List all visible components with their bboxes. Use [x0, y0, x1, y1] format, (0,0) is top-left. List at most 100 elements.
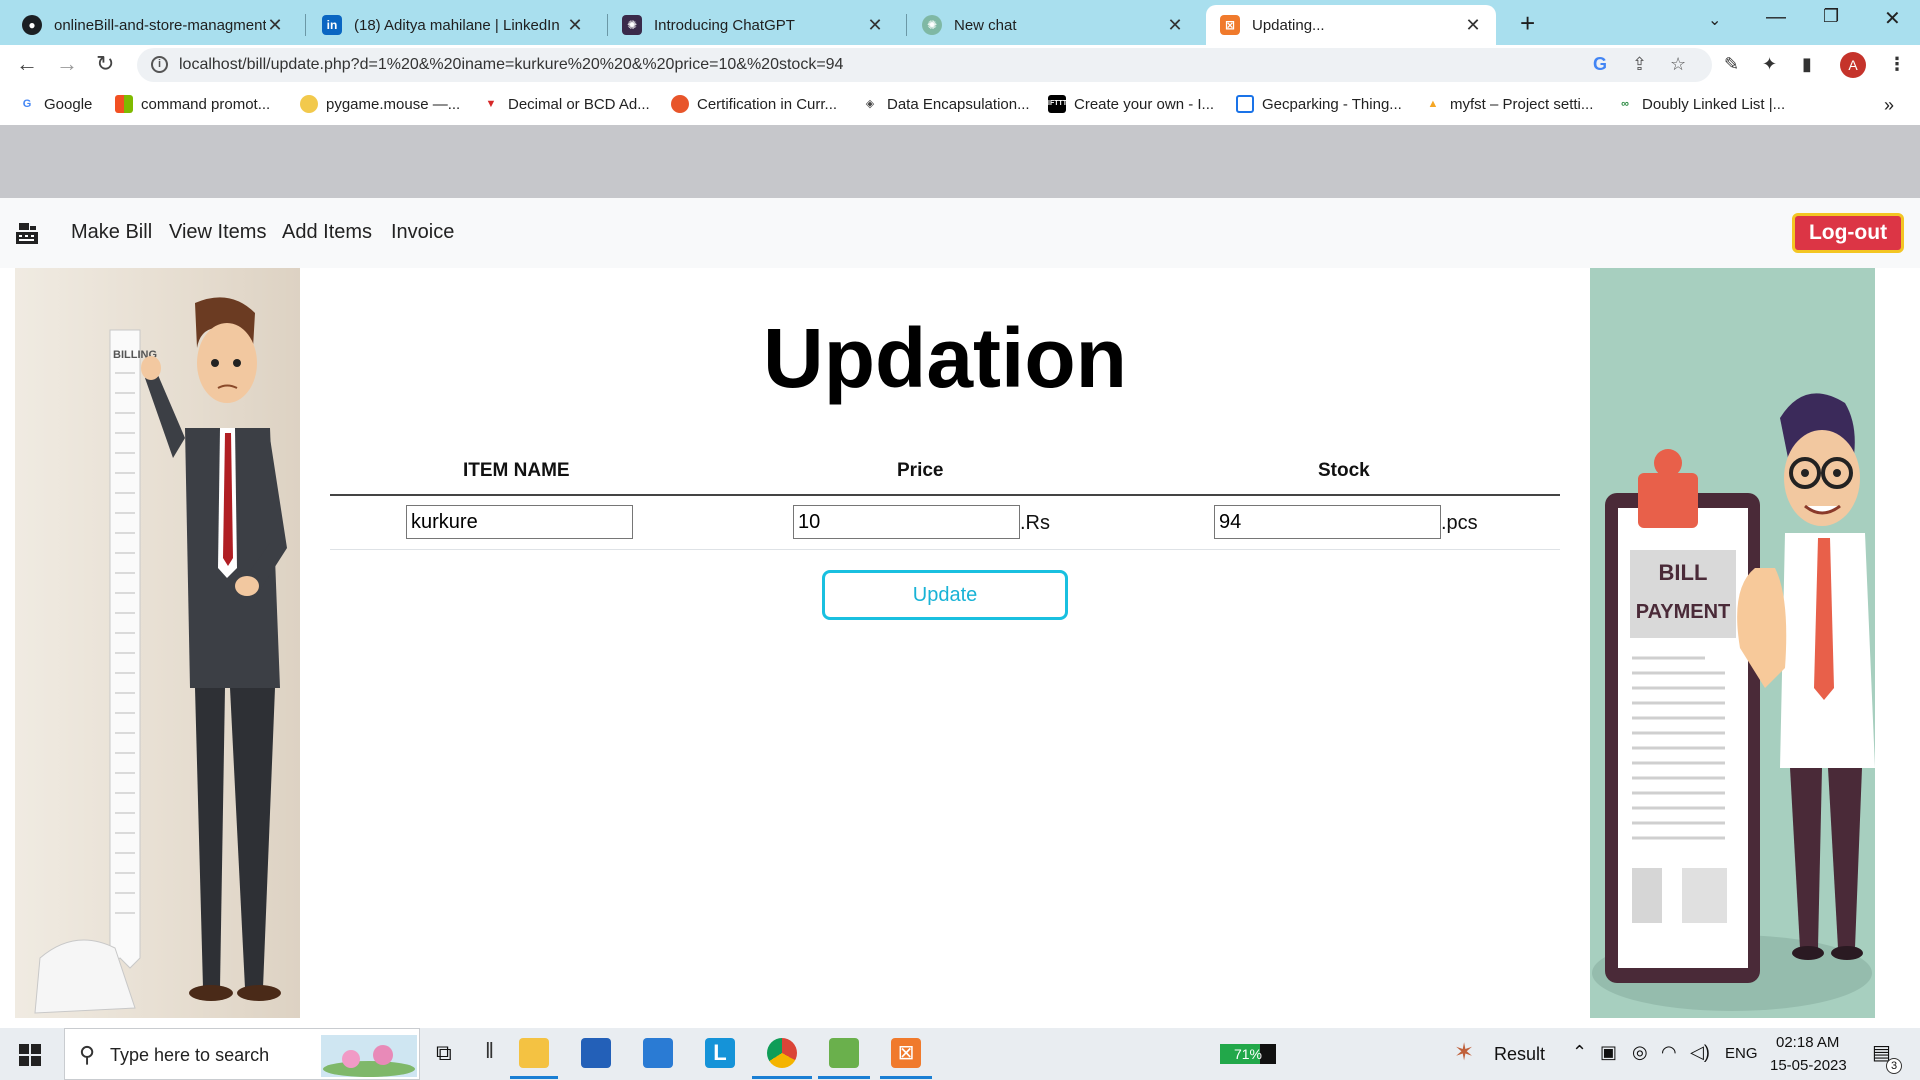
- share-icon[interactable]: ⇪: [1632, 54, 1647, 75]
- nav-add-items[interactable]: Add Items: [282, 221, 372, 244]
- tab-separator: [305, 14, 306, 36]
- language-indicator[interactable]: ENG: [1725, 1045, 1758, 1062]
- running-indicator: [880, 1076, 932, 1079]
- microsoft-store-icon[interactable]: [581, 1038, 611, 1068]
- close-icon[interactable]: ✕: [266, 15, 284, 36]
- window-close-icon[interactable]: ✕: [1884, 6, 1901, 31]
- browser-tab-bar: ● onlineBill-and-store-managment ✕ in (1…: [0, 0, 1920, 45]
- chevron-up-icon[interactable]: ⌃: [1572, 1042, 1587, 1063]
- minimize-icon[interactable]: —: [1766, 6, 1786, 29]
- mail-icon[interactable]: [643, 1038, 673, 1068]
- image-editor-icon[interactable]: [829, 1038, 859, 1068]
- close-icon[interactable]: ✕: [1464, 15, 1482, 36]
- tab-linkedin[interactable]: in (18) Aditya mahilane | LinkedIn ✕: [308, 5, 598, 45]
- windows-start-icon[interactable]: [19, 1044, 41, 1066]
- item-name-input[interactable]: kurkure: [406, 505, 633, 539]
- meet-now-icon[interactable]: ▣: [1600, 1042, 1617, 1063]
- linkedin-icon: in: [322, 15, 342, 35]
- close-icon[interactable]: ✕: [866, 15, 884, 36]
- weather-badminton-icon[interactable]: ✶: [1454, 1038, 1474, 1067]
- task-view-icon[interactable]: ⧉: [436, 1040, 452, 1066]
- bookmark-item[interactable]: pygame.mouse —...: [300, 95, 460, 113]
- diamond-icon: ◈: [865, 98, 875, 110]
- forward-arrow-icon[interactable]: →: [56, 51, 78, 77]
- back-arrow-icon[interactable]: ←: [16, 51, 38, 77]
- xampp-icon: ⊠: [1220, 15, 1240, 35]
- result-label[interactable]: Result: [1494, 1044, 1545, 1065]
- wifi-icon[interactable]: ◠: [1661, 1042, 1677, 1063]
- reload-icon[interactable]: ↻: [96, 51, 114, 77]
- triangle-logo-icon: ▼: [485, 98, 497, 110]
- microsoft-icon: [115, 95, 133, 113]
- close-icon[interactable]: ✕: [1166, 15, 1184, 36]
- tab-github[interactable]: ● onlineBill-and-store-managment ✕: [8, 5, 298, 45]
- restore-icon[interactable]: ❐: [1823, 6, 1839, 27]
- gfg-icon: ∞: [1621, 98, 1629, 110]
- chrome-icon[interactable]: [767, 1038, 797, 1068]
- google-icon: G: [22, 98, 32, 110]
- logout-button[interactable]: Log-out: [1792, 213, 1904, 253]
- l-app-icon[interactable]: L: [705, 1038, 735, 1068]
- firebase-icon: ▲: [1427, 98, 1439, 110]
- bookmark-item[interactable]: G Google: [18, 95, 93, 113]
- bookmark-item[interactable]: ▼ Decimal or BCD Ad...: [482, 95, 650, 113]
- volume-icon[interactable]: ◁): [1690, 1042, 1710, 1063]
- nav-view-items[interactable]: View Items: [169, 221, 266, 244]
- table-row-divider: [330, 549, 1560, 550]
- bookmark-item[interactable]: Gecparking - Thing...: [1236, 95, 1402, 113]
- github-icon: ●: [22, 15, 42, 35]
- bookmark-item[interactable]: IFTTT Create your own - I...: [1048, 95, 1214, 113]
- bill-payment-illustration: BILL PAYMENT: [1590, 268, 1875, 1018]
- taskbar-divider-icon: ‖: [485, 1038, 495, 1063]
- bookmark-item[interactable]: ∞ Doubly Linked List |...: [1616, 95, 1785, 113]
- bookmark-label: pygame.mouse —...: [326, 95, 461, 113]
- bookmark-item[interactable]: ▲ myfst – Project setti...: [1424, 95, 1594, 113]
- tab-introducing-chatgpt[interactable]: ✺ Introducing ChatGPT ✕: [608, 5, 898, 45]
- bookmark-label: Certification in Curr...: [697, 95, 838, 113]
- more-bookmarks-icon[interactable]: »: [1884, 95, 1894, 116]
- openai-icon: ✺: [622, 15, 642, 35]
- bookmark-item[interactable]: ◈ Data Encapsulation...: [861, 95, 1030, 113]
- bookmark-label: Data Encapsulation...: [887, 95, 1030, 113]
- bookmark-label: Doubly Linked List |...: [1642, 95, 1786, 113]
- running-indicator: [752, 1076, 812, 1079]
- google-lens-icon[interactable]: G: [1593, 54, 1607, 75]
- nav-make-bill[interactable]: Make Bill: [71, 221, 152, 244]
- bookmark-star-icon[interactable]: ☆: [1670, 54, 1686, 75]
- new-tab-plus-icon[interactable]: +: [1520, 8, 1535, 39]
- price-input[interactable]: 10: [793, 505, 1020, 539]
- stock-input[interactable]: 94: [1214, 505, 1441, 539]
- bookmark-label: myfst – Project setti...: [1450, 95, 1594, 113]
- stock-unit: .pcs: [1441, 512, 1478, 534]
- tab-search-chevron-icon[interactable]: ⌄: [1708, 10, 1721, 30]
- side-panel-icon[interactable]: ▮: [1802, 54, 1812, 75]
- site-info-icon[interactable]: i: [151, 56, 168, 73]
- site-navbar: Make Bill View Items Add Items Invoice L…: [0, 198, 1920, 268]
- extensions-puzzle-icon[interactable]: ✦: [1762, 54, 1777, 75]
- tab-title: Updating...: [1252, 16, 1325, 34]
- close-icon[interactable]: ✕: [566, 15, 584, 36]
- tab-new-chat[interactable]: ✺ New chat ✕: [908, 5, 1198, 45]
- taskbar-search-box[interactable]: ⚲ Type here to search: [64, 1028, 420, 1080]
- address-bar[interactable]: i localhost/bill/update.php?d=1%20&%20in…: [137, 48, 1712, 82]
- file-explorer-icon[interactable]: [519, 1038, 549, 1068]
- menu-kebab-icon[interactable]: ⋮: [1888, 54, 1906, 75]
- tab-title: Introducing ChatGPT: [654, 16, 795, 34]
- nav-invoice[interactable]: Invoice: [391, 221, 454, 244]
- webcam-icon[interactable]: ◎: [1632, 1042, 1648, 1063]
- search-placeholder: Type here to search: [110, 1045, 270, 1065]
- profile-avatar[interactable]: A: [1840, 52, 1866, 78]
- update-button[interactable]: Update: [822, 570, 1068, 620]
- clock-date[interactable]: 15-05-2023: [1770, 1057, 1847, 1074]
- cash-register-icon[interactable]: [14, 220, 40, 246]
- clock-time[interactable]: 02:18 AM: [1776, 1034, 1839, 1051]
- tab-updating[interactable]: ⊠ Updating... ✕: [1206, 5, 1496, 45]
- url-text[interactable]: localhost/bill/update.php?d=1%20&%20inam…: [179, 56, 843, 74]
- bookmark-item[interactable]: Certification in Curr...: [671, 95, 837, 113]
- bookmark-item[interactable]: command promot...: [115, 95, 270, 113]
- xampp-taskbar-icon[interactable]: ⊠: [891, 1038, 921, 1068]
- notification-count-badge: 3: [1886, 1058, 1902, 1074]
- extension-tool-icon[interactable]: ✎: [1724, 54, 1739, 75]
- header-stock: Stock: [1318, 460, 1370, 481]
- tab-title: onlineBill-and-store-managment: [54, 16, 266, 34]
